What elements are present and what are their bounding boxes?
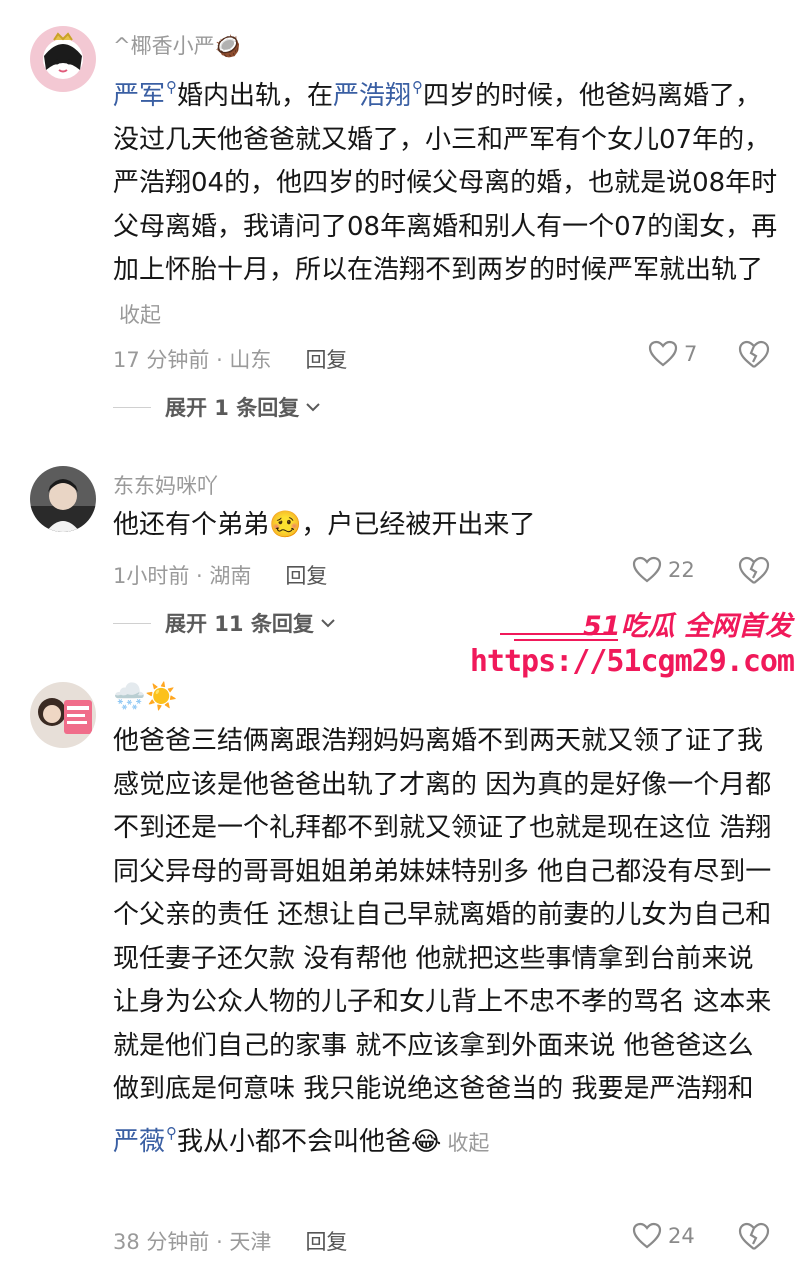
search-icon: ⚲ <box>166 78 178 96</box>
comment-text: 严军⚲婚内出轨，在严浩翔⚲四岁的时候，他爸妈离婚了，没过几天他爸爸就又婚了，小三… <box>113 78 778 327</box>
timestamp: 17 分钟前 · 山东 <box>113 348 272 372</box>
comment-meta: 38 分钟前 · 天津 回复 <box>113 1226 347 1256</box>
divider <box>113 622 151 624</box>
username[interactable]: ^椰香小严🥥 <box>113 30 241 60</box>
heart-outline-icon <box>632 556 662 583</box>
expand-replies-button[interactable]: 展开 11 条回复 <box>113 608 336 638</box>
mention-link[interactable]: 严浩翔⚲ <box>333 78 424 111</box>
dislike-button[interactable] <box>738 1222 770 1254</box>
watermark-url: https://51cgm29.com <box>469 644 795 679</box>
comment-text: 他爸爸三结俩离跟浩翔妈妈离婚不到两天就又领了证了我感觉应该是他爸爸出轨了才离的 … <box>113 726 772 1157</box>
laughing-crying-icon: 😂 <box>411 1126 442 1157</box>
reply-button[interactable]: 回复 <box>305 1230 347 1254</box>
like-count: 22 <box>668 558 695 582</box>
avatar[interactable] <box>30 26 96 92</box>
username[interactable]: 东东妈咪吖 <box>113 470 218 500</box>
comment-meta: 1小时前 · 湖南 回复 <box>113 560 327 590</box>
search-icon: ⚲ <box>166 1123 178 1142</box>
avatar[interactable] <box>30 682 96 748</box>
reply-button[interactable]: 回复 <box>305 348 347 372</box>
chevron-down-icon <box>321 619 335 628</box>
avatar[interactable] <box>30 466 96 532</box>
mention-link[interactable]: 严军⚲ <box>113 78 178 111</box>
timestamp: 1小时前 · 湖南 <box>113 564 252 588</box>
watermark-brand: 51吃瓜 全网首发 <box>583 611 792 642</box>
reply-button[interactable]: 回复 <box>285 564 327 588</box>
collapse-button[interactable]: 收起 <box>447 1131 489 1155</box>
collapse-button[interactable]: 收起 <box>119 303 161 327</box>
username[interactable]: 🌨️☀️ <box>113 682 178 712</box>
divider <box>113 406 151 408</box>
mention-link[interactable]: 严薇⚲ <box>113 1123 178 1157</box>
comment-text: 他还有个弟弟🥴，户已经被开出来了 <box>113 510 536 540</box>
broken-heart-icon <box>738 556 770 584</box>
chevron-down-icon <box>306 403 320 412</box>
broken-heart-icon <box>738 340 770 368</box>
comment-meta: 17 分钟前 · 山东 回复 <box>113 344 347 374</box>
heart-outline-icon <box>632 1222 662 1249</box>
like-button[interactable]: 7 <box>648 340 697 368</box>
woozy-face-icon: 🥴 <box>269 510 302 540</box>
search-icon: ⚲ <box>412 78 424 96</box>
like-button[interactable]: 24 <box>632 1222 695 1250</box>
like-count: 24 <box>668 1224 695 1248</box>
broken-heart-icon <box>738 1222 770 1250</box>
dislike-button[interactable] <box>738 556 770 588</box>
like-count: 7 <box>684 342 698 366</box>
like-button[interactable]: 22 <box>632 556 695 584</box>
dislike-button[interactable] <box>738 340 770 372</box>
watermark: 51吃瓜 全网首发 https://51cgm29.com <box>470 600 800 690</box>
expand-replies-button[interactable]: 展开 1 条回复 <box>113 392 321 422</box>
heart-outline-icon <box>648 340 678 367</box>
coconut-icon: 🥥 <box>214 34 241 58</box>
timestamp: 38 分钟前 · 天津 <box>113 1230 272 1254</box>
